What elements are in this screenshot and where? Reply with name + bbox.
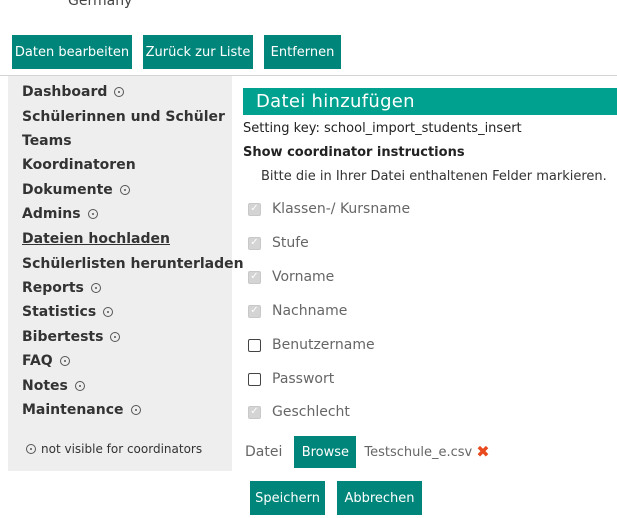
- country-text: Germany: [68, 0, 133, 9]
- sidebar-item-label: Bibertests: [22, 329, 104, 345]
- browse-button[interactable]: Browse: [294, 436, 357, 468]
- checkbox-checked-disabled: ✓: [248, 405, 261, 419]
- setting-key-text: Setting key: school_import_students_inse…: [243, 121, 522, 136]
- sidebar-item-documents[interactable]: Dokumente: [22, 182, 130, 198]
- sidebar-item-students[interactable]: Schülerinnen und Schüler: [22, 109, 225, 125]
- page-title: Datei hinzufügen: [243, 88, 617, 115]
- sidebar-item-upload-files[interactable]: Dateien hochladen: [22, 231, 170, 247]
- sidebar-item-label: Notes: [22, 378, 68, 394]
- checkbox[interactable]: [248, 372, 261, 386]
- sidebar-item-statistics[interactable]: Statistics: [22, 304, 114, 320]
- field-stufe: ✓ Stufe: [248, 235, 309, 251]
- field-label: Vorname: [272, 269, 335, 285]
- sidebar-item-coordinators[interactable]: Koordinatoren: [22, 157, 136, 173]
- restricted-circle-icon: [90, 283, 101, 293]
- field-label: Stufe: [272, 235, 309, 251]
- checkbox-checked-disabled: ✓: [248, 270, 261, 284]
- restricted-circle-icon: [74, 381, 85, 391]
- sidebar-item-label: Koordinatoren: [22, 157, 136, 173]
- sidebar-item-admins[interactable]: Admins: [22, 206, 98, 222]
- restricted-legend: not visible for coordinators: [26, 442, 202, 456]
- field-label: Geschlecht: [272, 404, 350, 420]
- sidebar-item-label: Schülerlisten herunterladen: [22, 256, 244, 272]
- sidebar-item-label: Schülerinnen und Schüler: [22, 109, 225, 125]
- field-label: Nachname: [272, 303, 348, 319]
- sidebar-item-label: Teams: [22, 133, 72, 149]
- sidebar-item-label: Dashboard: [22, 84, 108, 100]
- sidebar-item-faq[interactable]: FAQ: [22, 353, 70, 369]
- field-benutzername[interactable]: Benutzername: [248, 337, 375, 353]
- checkbox-checked-disabled: ✓: [248, 236, 261, 250]
- selected-file-name: Testschule_e.csv: [364, 444, 473, 460]
- checkbox-checked-disabled: ✓: [248, 202, 261, 216]
- file-upload-row: Datei Browse Testschule_e.csv ✖: [245, 436, 490, 468]
- sidebar-item-label: Statistics: [22, 304, 97, 320]
- restricted-circle-icon: [114, 87, 125, 97]
- sidebar-item-label: FAQ: [22, 353, 53, 369]
- sidebar-item-dashboard[interactable]: Dashboard: [22, 84, 125, 100]
- field-nachname: ✓ Nachname: [248, 303, 347, 319]
- restricted-circle-icon: [103, 307, 114, 317]
- field-vorname: ✓ Vorname: [248, 269, 334, 285]
- edit-data-button[interactable]: Daten bearbeiten: [12, 35, 132, 69]
- instructions-text: Bitte die in Ihrer Datei enthaltenen Fel…: [261, 169, 607, 184]
- sidebar-item-download-lists[interactable]: Schülerlisten herunterladen: [22, 256, 244, 272]
- remove-button[interactable]: Entfernen: [264, 35, 341, 69]
- field-label: Passwort: [272, 371, 335, 387]
- checkbox-checked-disabled: ✓: [248, 304, 261, 318]
- sidebar-item-bibertests[interactable]: Bibertests: [22, 329, 121, 345]
- legend-text: not visible for coordinators: [41, 442, 203, 456]
- restricted-circle-icon: [119, 185, 130, 195]
- restricted-circle-icon: [130, 405, 141, 415]
- sidebar-item-label: Maintenance: [22, 402, 124, 418]
- sidebar-item-label: Admins: [22, 206, 81, 222]
- restricted-circle-icon: [26, 444, 36, 454]
- restricted-circle-icon: [87, 209, 98, 219]
- checkbox[interactable]: [248, 338, 261, 352]
- sidebar-item-maintenance[interactable]: Maintenance: [22, 402, 141, 418]
- file-label: Datei: [245, 444, 283, 460]
- field-class-name: ✓ Klassen-/ Kursname: [248, 201, 410, 217]
- field-label: Klassen-/ Kursname: [272, 201, 411, 217]
- restricted-circle-icon: [59, 356, 70, 366]
- sidebar-item-label: Dokumente: [22, 182, 113, 198]
- sidebar-item-label: Reports: [22, 280, 84, 296]
- restricted-circle-icon: [110, 332, 121, 342]
- save-button[interactable]: Speichern: [250, 481, 325, 515]
- sidebar-item-teams[interactable]: Teams: [22, 133, 72, 149]
- field-passwort[interactable]: Passwort: [248, 371, 334, 387]
- field-geschlecht: ✓ Geschlecht: [248, 404, 350, 420]
- sidebar-item-label: Dateien hochladen: [22, 231, 170, 247]
- sidebar-item-reports[interactable]: Reports: [22, 280, 101, 296]
- show-instructions-link[interactable]: Show coordinator instructions: [243, 145, 465, 160]
- sidebar: Dashboard Schülerinnen und Schüler Teams…: [8, 76, 244, 471]
- remove-file-icon[interactable]: ✖: [476, 444, 489, 460]
- sidebar-item-notes[interactable]: Notes: [22, 378, 85, 394]
- field-label: Benutzername: [272, 337, 375, 353]
- back-to-list-button[interactable]: Zurück zur Liste: [143, 35, 253, 69]
- cancel-button[interactable]: Abbrechen: [337, 481, 422, 515]
